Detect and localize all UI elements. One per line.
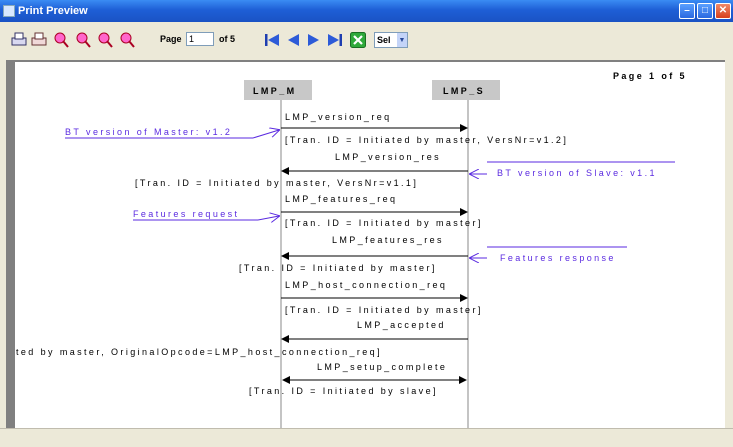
window-title: Print Preview	[18, 5, 88, 17]
message-label: [Tran. ID = Initiated by slave]	[249, 386, 438, 396]
note-text: Features request	[133, 209, 239, 219]
message-label: LMP_host_connection_req	[285, 280, 447, 290]
note-text: BT version of Master: v1.2	[65, 127, 232, 137]
chevron-down-icon[interactable]: ▼	[397, 33, 407, 47]
title-bar: Print Preview – □ ✕	[0, 0, 733, 22]
note-connector	[252, 130, 279, 139]
message-label: [Tran. ID = Initiated by master, VersNr=…	[285, 135, 568, 145]
minimize-icon[interactable]: –	[679, 3, 695, 19]
maximize-icon[interactable]: □	[697, 3, 713, 19]
message-label: [Tran. ID = Initiated by master]	[285, 305, 483, 315]
first-page-icon[interactable]	[264, 32, 280, 48]
message-label: [Tran. ID = Initiated by master]	[285, 218, 483, 228]
page-label: Page	[160, 34, 182, 44]
zoom-out-icon[interactable]	[74, 31, 92, 49]
message-label: [Tran. ID = Initiated by master, VersNr=…	[135, 178, 418, 188]
sequence-diagram: Page 1 of 5 LMP_M LMP_S LMP_version_req …	[16, 71, 687, 428]
previous-page-icon[interactable]	[285, 32, 301, 48]
print-setup-icon[interactable]	[30, 31, 48, 49]
zoom-select[interactable]: Sel ▼	[374, 32, 408, 48]
note-connector	[257, 216, 279, 220]
zoom-width-icon[interactable]	[118, 31, 136, 49]
page-count-label: of 5	[219, 34, 236, 44]
app-icon	[3, 5, 15, 17]
message-label: LMP_version_req	[285, 112, 392, 122]
message-label: ted by master, OriginalOpcode=LMP_host_c…	[16, 347, 382, 357]
window-controls: – □ ✕	[679, 3, 731, 19]
close-icon[interactable]: ✕	[715, 3, 731, 19]
close-preview-icon[interactable]	[350, 32, 366, 48]
last-page-icon[interactable]	[327, 32, 343, 48]
toolbar: Page of 5 Sel ▼	[0, 22, 733, 58]
note-text: Features response	[500, 253, 616, 263]
message-label: [Tran. ID = Initiated by master]	[239, 263, 437, 273]
message-label: LMP_features_req	[285, 194, 397, 204]
zoom-select-value: Sel	[377, 35, 391, 45]
note-text: BT version of Slave: v1.1	[497, 168, 657, 178]
message-label: LMP_version_res	[335, 152, 441, 162]
preview-area[interactable]: Page 1 of 5 LMP_M LMP_S LMP_version_req …	[6, 60, 725, 428]
page-number-input[interactable]	[186, 32, 214, 46]
print-icon[interactable]	[10, 31, 28, 49]
status-bar	[0, 428, 733, 447]
zoom-in-icon[interactable]	[52, 31, 70, 49]
zoom-fit-icon[interactable]	[96, 31, 114, 49]
lifeline-name-slave: LMP_S	[443, 86, 485, 96]
preview-page: Page 1 of 5 LMP_M LMP_S LMP_version_req …	[15, 62, 725, 428]
message-label: LMP_accepted	[357, 320, 446, 330]
page-header: Page 1 of 5	[613, 71, 687, 81]
next-page-icon[interactable]	[306, 32, 322, 48]
message-label: LMP_features_res	[332, 235, 444, 245]
lifeline-name-master: LMP_M	[253, 86, 297, 96]
message-label: LMP_setup_complete	[317, 362, 447, 372]
